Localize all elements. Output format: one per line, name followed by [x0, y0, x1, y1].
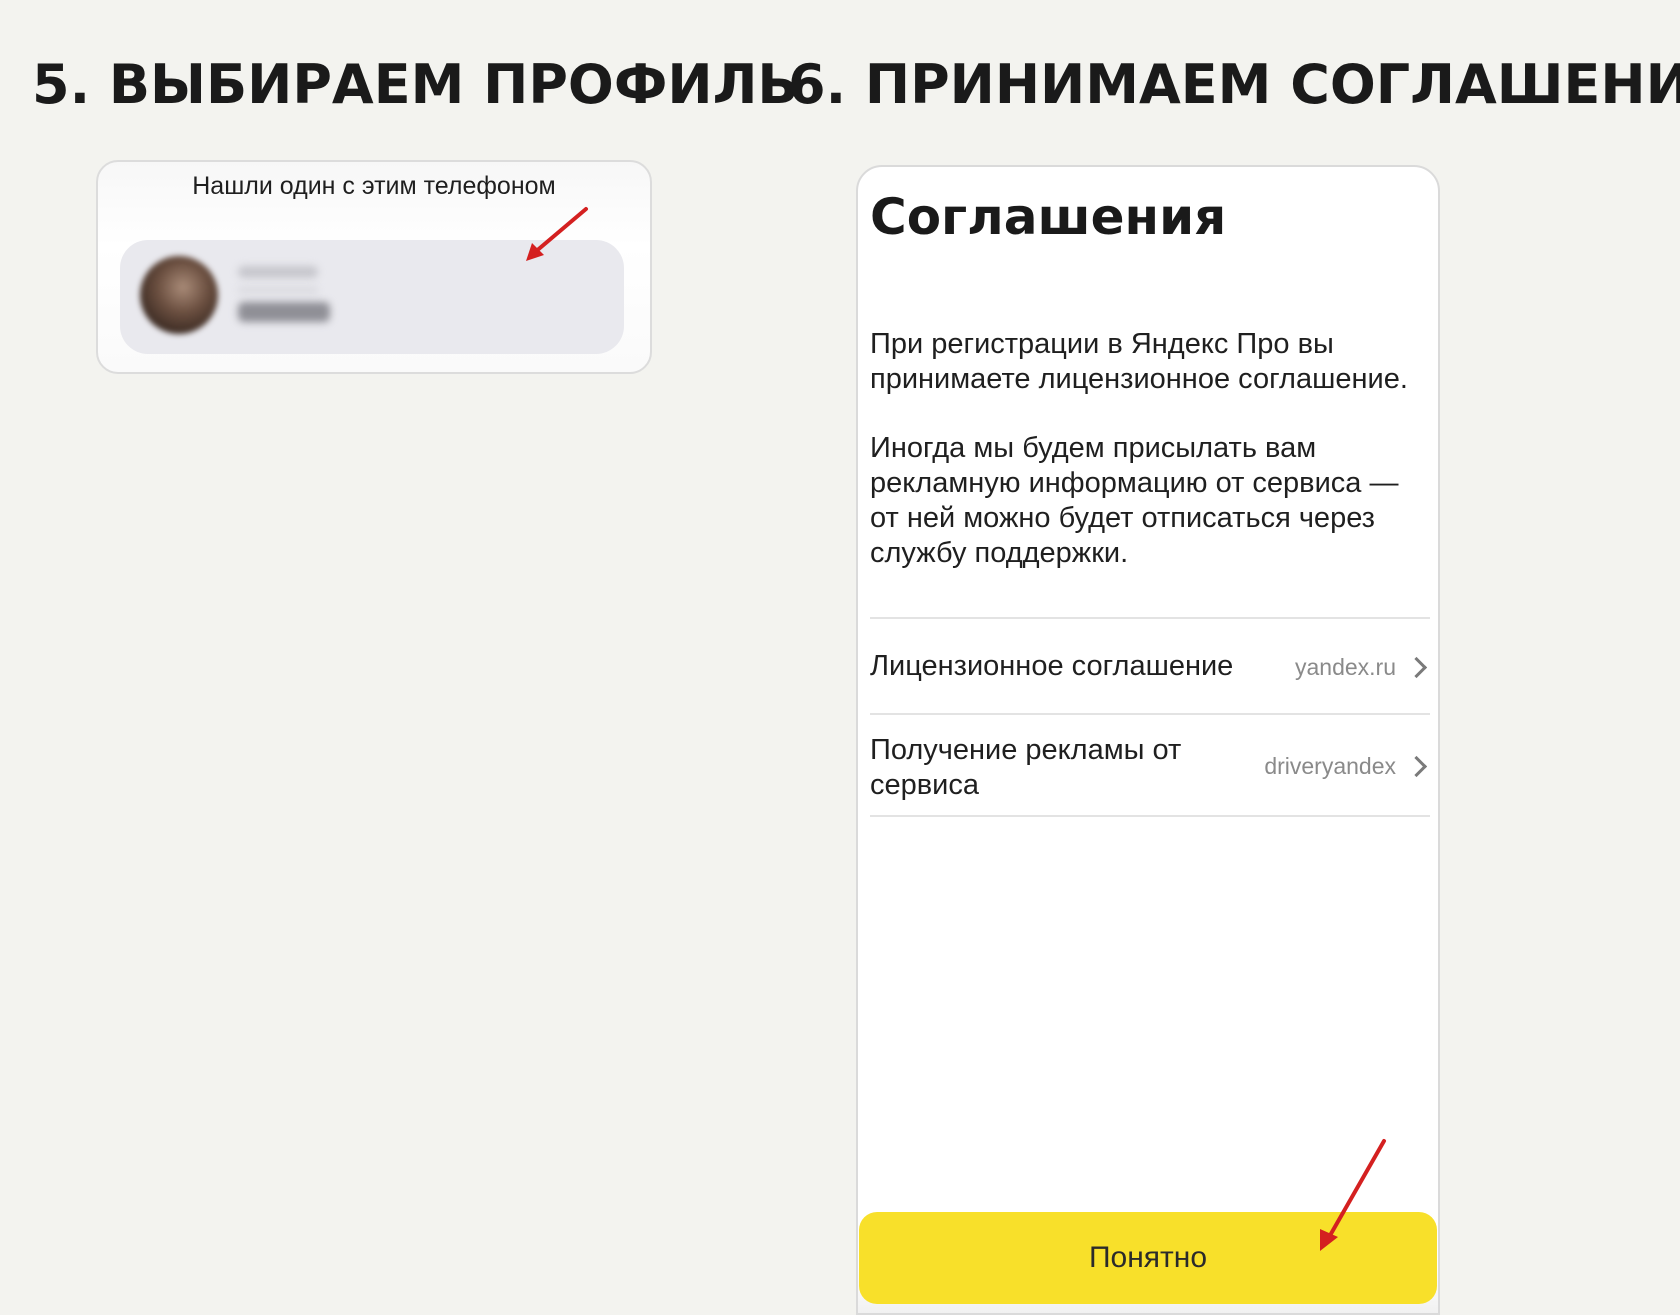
- divider: [870, 617, 1430, 619]
- link-domain: yandex.ru: [1294, 654, 1396, 680]
- link-label: Лицензионное соглашение: [870, 650, 1234, 682]
- advertising-notice: Иногда мы будем присылать вам рекламную …: [870, 432, 1399, 569]
- registration-notice: При регистрации в Яндекс Про вы принимае…: [870, 328, 1408, 395]
- divider: [870, 713, 1430, 715]
- agreements-title: Соглашения: [870, 188, 1227, 246]
- chevron-right-icon: [1405, 755, 1428, 778]
- link-label: Получение рекламы от сервиса: [870, 734, 1182, 801]
- chevron-right-icon: [1405, 656, 1428, 679]
- step6-title: 6. ПРИНИМАЕМ СОГЛАШЕНИЕ: [788, 53, 1680, 116]
- divider: [870, 815, 1430, 817]
- blurred-profile-name: [238, 266, 318, 278]
- blurred-divider: [238, 288, 318, 292]
- arrow-pointer-icon: [526, 207, 588, 261]
- link-domain: driveryandex: [1264, 753, 1396, 779]
- profile-picker-heading: Нашли один с этим телефоном: [192, 172, 556, 200]
- avatar: [140, 256, 218, 334]
- arrow-pointer-icon: [1320, 1139, 1386, 1251]
- step5-title: 5. ВЫБИРАЕМ ПРОФИЛЬ: [32, 53, 799, 116]
- advertising-consent-link[interactable]: Получение рекламы от сервиса driveryande…: [870, 719, 1430, 817]
- profile-picker-card: Нашли один с этим телефоном: [96, 160, 652, 374]
- blurred-profile-detail: [238, 302, 330, 322]
- license-agreement-link[interactable]: Лицензионное соглашение yandex.ru: [870, 622, 1430, 712]
